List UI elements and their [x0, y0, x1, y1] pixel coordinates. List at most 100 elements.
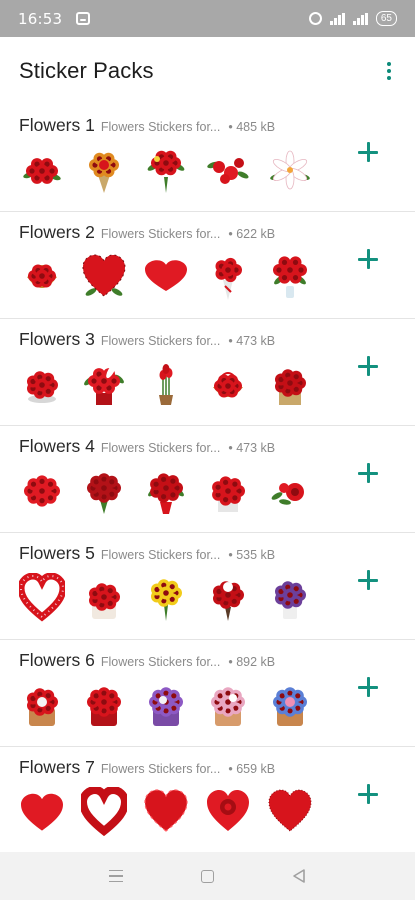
sticker-yellow-roses-image	[143, 573, 189, 623]
sticker-rough-heart-image	[267, 787, 313, 837]
sticker-pastel-box-image	[205, 680, 251, 730]
pack-header: Flowers 2 Flowers Stickers for... • 622 kB	[19, 222, 405, 244]
sticker-rose-dome-image	[19, 359, 65, 409]
home-icon[interactable]	[197, 866, 217, 886]
sticker-rose-vase-mix-image	[143, 466, 189, 516]
signal-icon-2	[352, 12, 368, 25]
notification-app-icon	[76, 12, 91, 25]
pack-author: Flowers Stickers for...	[100, 334, 221, 348]
sticker-rose-bunch-image	[19, 145, 65, 195]
sticker-blue-pink-box-image	[267, 680, 313, 730]
recents-menu-icon[interactable]	[106, 866, 126, 886]
pack-header: Flowers 3 Flowers Stickers for... • 473 kB	[19, 329, 405, 351]
sticker-petal-heart-image	[143, 787, 189, 837]
sticker-rose-bouquet-tall-image	[205, 252, 251, 302]
pack-header: Flowers 5 Flowers Stickers for... • 535 kB	[19, 543, 405, 565]
sticker-mixed-bouquet-image	[143, 145, 189, 195]
sticker-violet-box-image	[143, 680, 189, 730]
sticker-pack-list: Flowers 1 Flowers Stickers for... • 485 kB…	[0, 105, 415, 852]
add-pack-plus-icon[interactable]	[355, 781, 381, 807]
signal-icon	[329, 12, 345, 25]
sticker-lily-arrangement-image	[81, 359, 127, 409]
pack-size: • 473 kB	[228, 334, 276, 348]
sticker-red-heart-image	[19, 787, 65, 837]
sticker-pack-row[interactable]: Flowers 5 Flowers Stickers for... • 535 kB	[0, 533, 415, 640]
status-icons: 65	[308, 11, 397, 26]
pack-size: • 622 kB	[228, 227, 276, 241]
add-pack-plus-icon[interactable]	[355, 246, 381, 272]
pack-name: Flowers 4	[19, 436, 95, 456]
sticker-red-white-bouquet-image	[205, 573, 251, 623]
sticker-tulip-pot-image	[143, 359, 189, 409]
pack-header: Flowers 6 Flowers Stickers for... • 892 kB	[19, 650, 405, 672]
sticker-rose-heart-flat-image	[143, 252, 189, 302]
sticker-red-box-image	[81, 680, 127, 730]
sticker-rose-bouquet-dark-image	[81, 466, 127, 516]
sticker-preview-strip	[19, 787, 313, 837]
add-pack-plus-icon[interactable]	[355, 139, 381, 165]
pack-size: • 535 kB	[228, 548, 276, 562]
app-bar: Sticker Packs	[0, 37, 415, 105]
sticker-purple-flowers-image	[267, 573, 313, 623]
sticker-pack-row[interactable]: Flowers 1 Flowers Stickers for... • 485 kB	[0, 105, 415, 212]
sticker-rose-spray-image	[267, 466, 313, 516]
pack-name: Flowers 1	[19, 115, 95, 135]
add-pack-plus-icon[interactable]	[355, 460, 381, 486]
pack-author: Flowers Stickers for...	[100, 120, 221, 134]
pack-author: Flowers Stickers for...	[100, 441, 221, 455]
sticker-preview-strip	[19, 359, 313, 409]
battery-icon: 65	[375, 11, 397, 26]
sticker-heart-ring-image	[81, 787, 127, 837]
add-pack-plus-icon[interactable]	[355, 567, 381, 593]
sticker-pack-row[interactable]: Flowers 2 Flowers Stickers for... • 622 kB	[0, 212, 415, 319]
pack-header: Flowers 7 Flowers Stickers for... • 659 kB	[19, 757, 405, 779]
status-time: 16:53	[18, 9, 63, 28]
pack-name: Flowers 7	[19, 757, 95, 777]
sticker-bear-box-image	[19, 680, 65, 730]
alarm-icon	[308, 12, 322, 25]
pack-author: Flowers Stickers for...	[100, 548, 221, 562]
page-title: Sticker Packs	[19, 58, 154, 83]
pack-name: Flowers 2	[19, 222, 95, 242]
sticker-rose-heart-center-image	[205, 787, 251, 837]
sticker-roses-in-vase-image	[267, 252, 313, 302]
pack-author: Flowers Stickers for...	[100, 227, 221, 241]
sticker-heart-wreath-image	[19, 573, 65, 623]
sticker-rose-dome-big-image	[19, 466, 65, 516]
pack-author: Flowers Stickers for...	[100, 762, 221, 776]
sticker-rose-heart-image	[81, 252, 127, 302]
sticker-rose-basket-handle-image	[205, 359, 251, 409]
sticker-rose-basket-image	[19, 252, 65, 302]
sticker-preview-strip	[19, 252, 313, 302]
sticker-white-lily-image	[267, 145, 313, 195]
sticker-preview-strip	[19, 680, 313, 730]
sticker-pack-row[interactable]: Flowers 6 Flowers Stickers for... • 892 kB	[0, 640, 415, 747]
pack-name: Flowers 3	[19, 329, 95, 349]
sticker-preview-strip	[19, 145, 313, 195]
pack-header: Flowers 4 Flowers Stickers for... • 473 kB	[19, 436, 405, 458]
add-pack-plus-icon[interactable]	[355, 353, 381, 379]
pack-size: • 473 kB	[228, 441, 276, 455]
sticker-pack-row[interactable]: Flowers 7 Flowers Stickers for... • 659 kB	[0, 747, 415, 852]
sticker-pack-row[interactable]: Flowers 3 Flowers Stickers for... • 473 kB	[0, 319, 415, 426]
status-bar: 16:53 65	[0, 0, 415, 37]
navigation-bar	[0, 852, 415, 900]
sticker-rose-box-image	[267, 359, 313, 409]
sticker-hat-box-roses-image	[81, 573, 127, 623]
pack-size: • 892 kB	[228, 655, 276, 669]
pack-name: Flowers 6	[19, 650, 95, 670]
sticker-pack-row[interactable]: Flowers 4 Flowers Stickers for... • 473 kB	[0, 426, 415, 533]
sticker-rose-box-wide-image	[205, 466, 251, 516]
more-options-icon[interactable]	[377, 59, 401, 83]
pack-size: • 485 kB	[228, 120, 276, 134]
pack-header: Flowers 1 Flowers Stickers for... • 485 kB	[19, 115, 405, 137]
sticker-preview-strip	[19, 466, 313, 516]
sticker-preview-strip	[19, 573, 313, 623]
pack-name: Flowers 5	[19, 543, 95, 563]
pack-size: • 659 kB	[228, 762, 276, 776]
add-pack-plus-icon[interactable]	[355, 674, 381, 700]
back-icon[interactable]	[289, 866, 309, 886]
sticker-rose-bouquet-image	[81, 145, 127, 195]
pack-author: Flowers Stickers for...	[100, 655, 221, 669]
sticker-scattered-roses-image	[205, 145, 251, 195]
